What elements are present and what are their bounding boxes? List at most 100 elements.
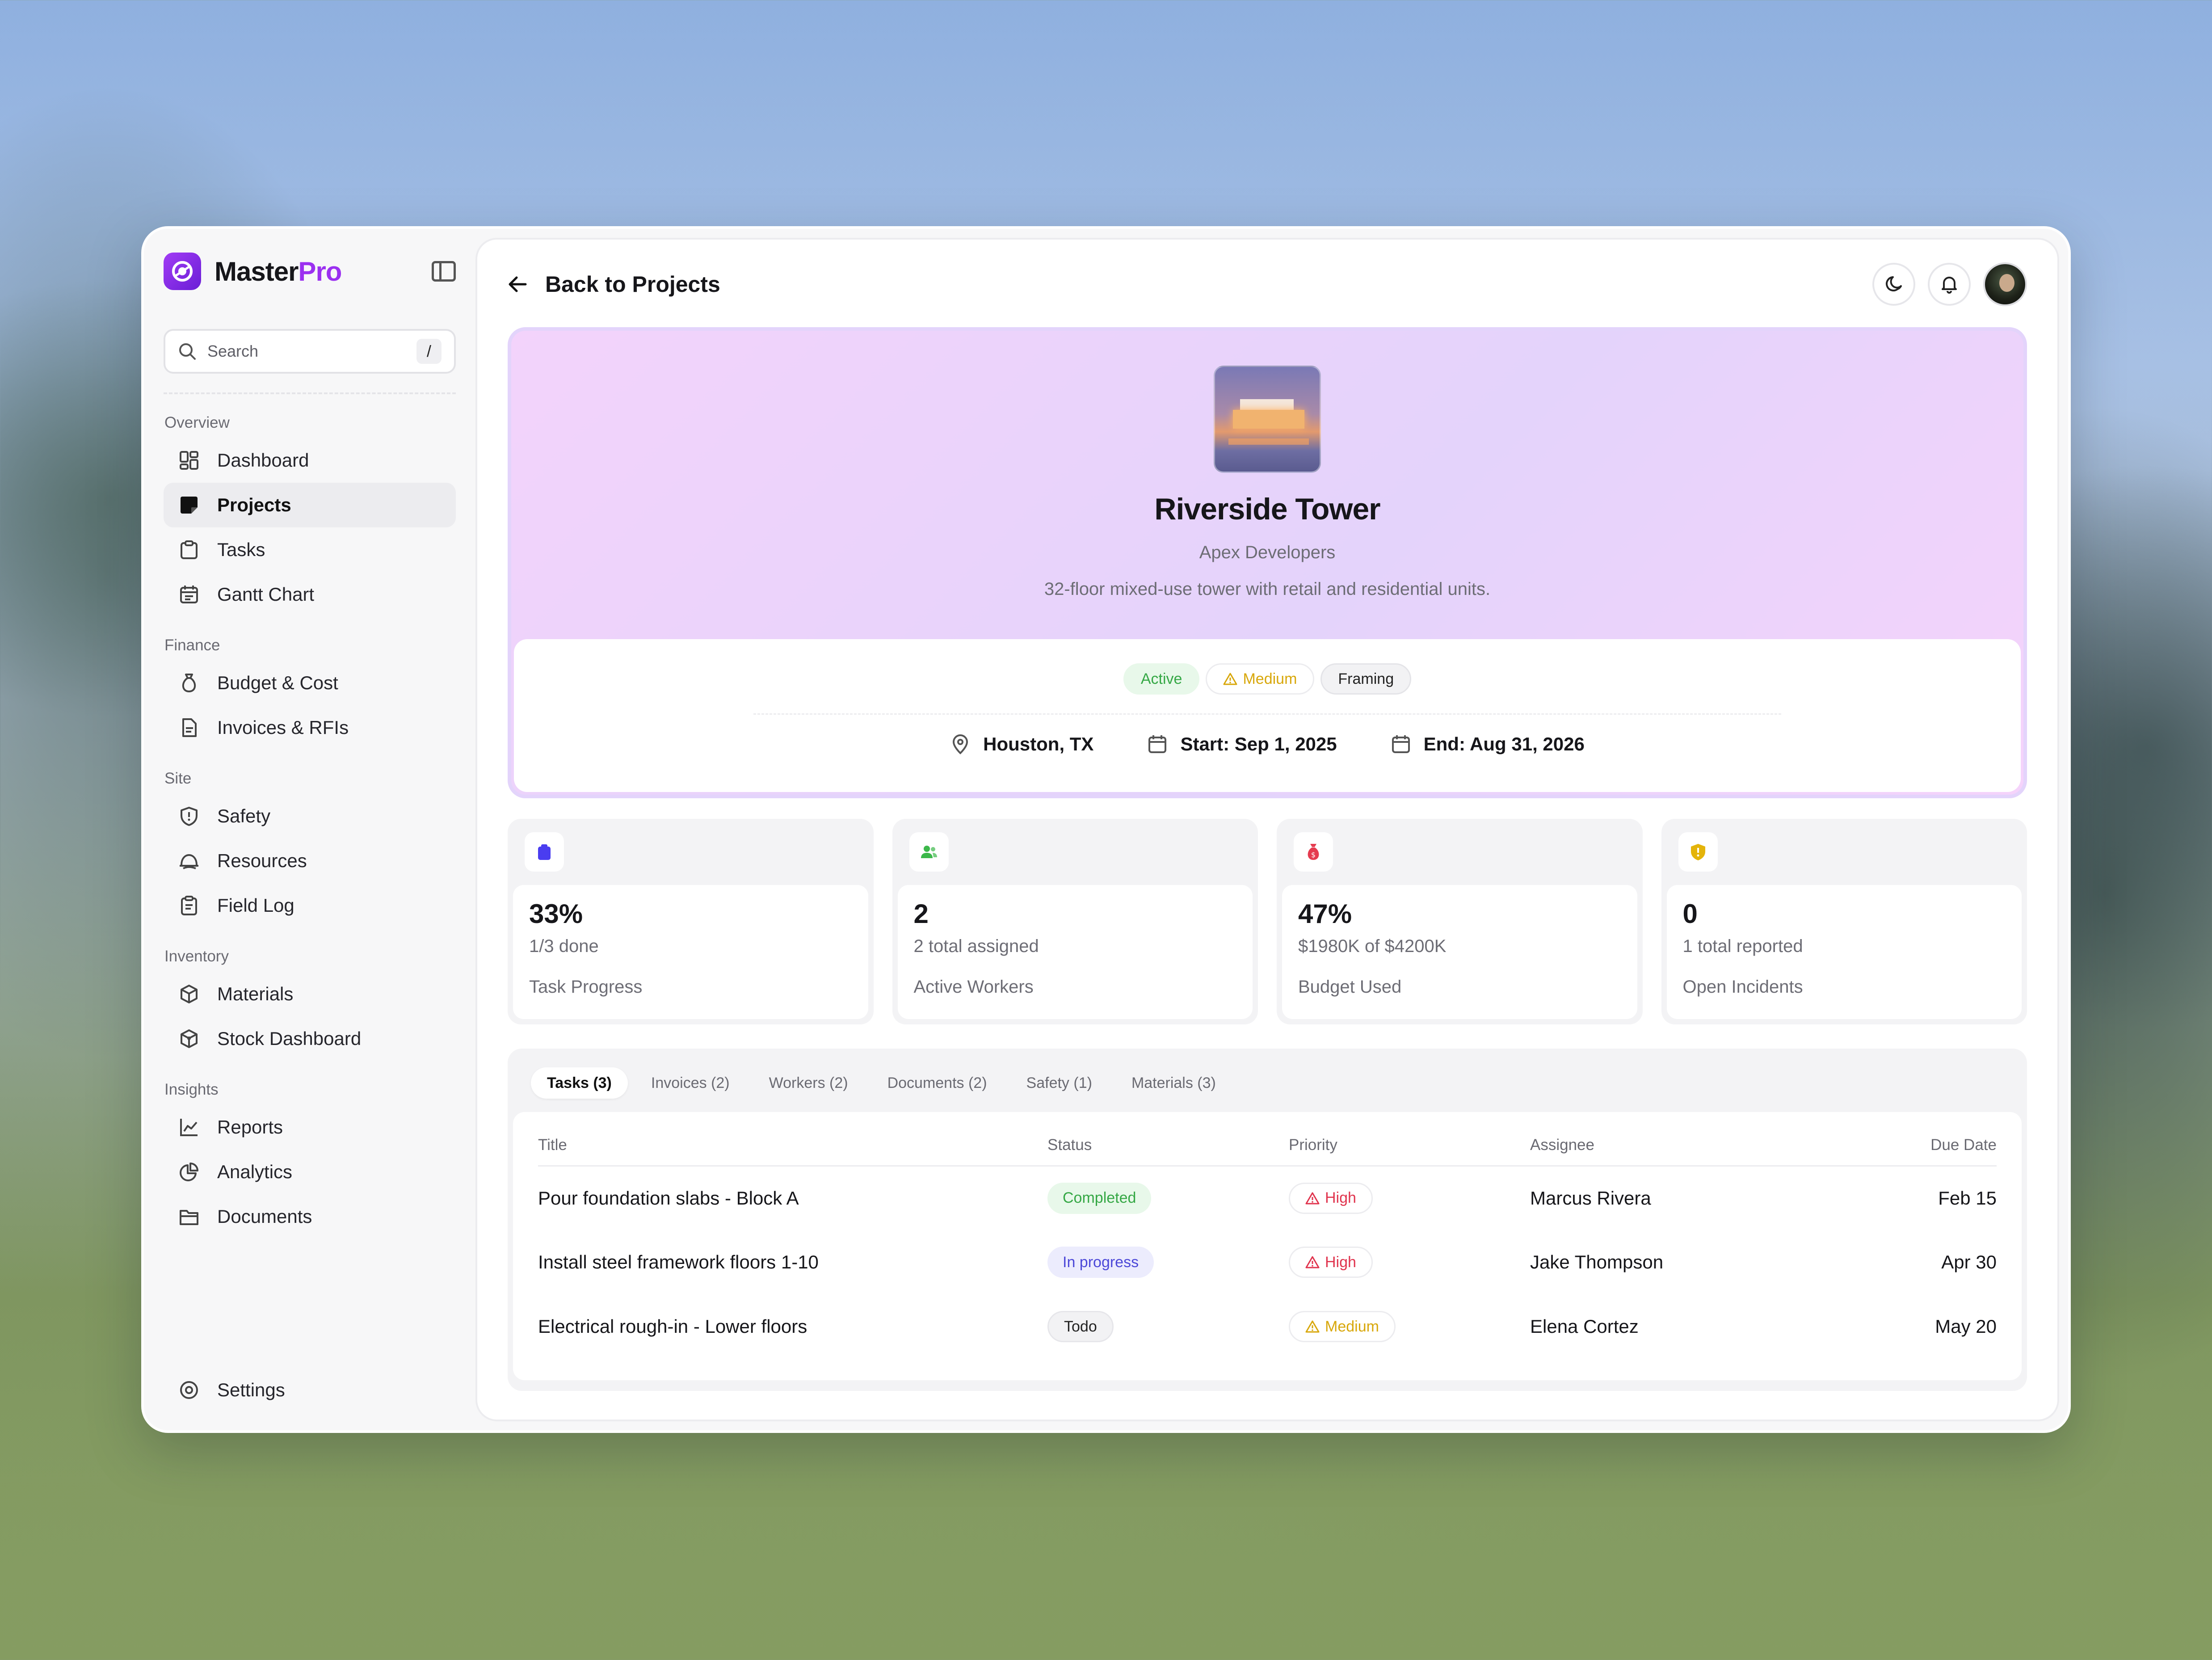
task-status-cell: Completed [1047, 1166, 1289, 1230]
stat-body: 33% 1/3 done Task Progress [513, 885, 868, 1019]
sidebar-item-reports[interactable]: Reports [164, 1105, 456, 1150]
sidebar-divider [164, 392, 456, 394]
topbar: Back to Projects [508, 262, 2027, 307]
status-badge: In progress [1047, 1247, 1154, 1278]
priority-badge: Medium [1289, 1311, 1396, 1342]
table-row[interactable]: Pour foundation slabs - Block A Complete… [538, 1166, 1997, 1230]
project-start-date: Start: Sep 1, 2025 [1147, 733, 1337, 755]
sidebar-item-dashboard[interactable]: Dashboard [164, 438, 456, 483]
project-client: Apex Developers [1199, 543, 1336, 562]
sidebar-item-label: Gantt Chart [217, 584, 315, 605]
sidebar-item-gantt-chart[interactable]: Gantt Chart [164, 572, 456, 617]
column-header-assignee[interactable]: Assignee [1530, 1125, 1842, 1167]
search-icon [179, 343, 196, 360]
search-input[interactable]: Search / [164, 329, 456, 374]
task-title: Pour foundation slabs - Block A [538, 1187, 799, 1209]
section-label-inventory: Inventory [164, 948, 229, 965]
task-due-date: Apr 30 [1941, 1251, 1997, 1272]
stat-value: 33% [529, 899, 583, 929]
stat-value: 2 [913, 899, 929, 929]
tab-documents[interactable]: Documents (2) [871, 1067, 1003, 1099]
notifications-button[interactable] [1928, 263, 1971, 306]
priority-label: Medium [1325, 1318, 1379, 1335]
column-header-priority[interactable]: Priority [1289, 1125, 1530, 1167]
tab-tasks[interactable]: Tasks (3) [531, 1067, 628, 1099]
tab-safety[interactable]: Safety (1) [1010, 1067, 1108, 1099]
warning-icon [1305, 1320, 1325, 1333]
priority-badge-label: Medium [1243, 670, 1297, 687]
task-assignee: Marcus Rivera [1530, 1187, 1651, 1209]
section-label-overview: Overview [164, 414, 230, 431]
tab-workers[interactable]: Workers (2) [753, 1067, 864, 1099]
sidebar-item-label: Reports [217, 1116, 283, 1138]
users-icon [909, 832, 949, 872]
tasks-table: Title Status Priority Assignee Due Date Pour… [538, 1125, 1997, 1359]
task-due-date: May 20 [1935, 1316, 1997, 1337]
stat-card-open-incidents: 0 1 total reported Open Incidents [1661, 819, 2027, 1024]
top-actions [1872, 262, 2027, 306]
sidebar-item-tasks[interactable]: Tasks [164, 527, 456, 572]
sidebar-item-field-log[interactable]: Field Log [164, 883, 456, 928]
sidebar-item-documents[interactable]: Documents [164, 1194, 456, 1239]
column-header-status[interactable]: Status [1047, 1125, 1289, 1167]
sidebar-nav: Overview Dashboard Projects Tasks Gantt Char… [164, 414, 456, 1239]
theme-toggle-button[interactable] [1872, 263, 1915, 306]
sidebar-item-stock-dashboard[interactable]: Stock Dashboard [164, 1016, 456, 1061]
priority-label: High [1325, 1253, 1356, 1271]
tab-materials[interactable]: Materials (3) [1115, 1067, 1232, 1099]
sidebar-item-resources[interactable]: Resources [164, 838, 456, 883]
calendar-icon [178, 583, 200, 606]
sidebar-item-label: Documents [217, 1206, 312, 1227]
map-pin-icon [950, 733, 971, 755]
stat-label: Active Workers [913, 977, 1034, 997]
task-title: Electrical rough-in - Lower floors [538, 1316, 807, 1337]
task-priority-cell: Medium [1289, 1294, 1530, 1359]
stat-card-task-progress: 33% 1/3 done Task Progress [508, 819, 874, 1024]
stat-body: 0 1 total reported Open Incidents [1666, 885, 2022, 1019]
sidebar-item-label: Projects [217, 494, 291, 515]
priority-badge: Medium [1206, 663, 1315, 695]
sidebar-item-budget-cost[interactable]: Budget & Cost [164, 661, 456, 705]
sidebar-item-label: Dashboard [217, 450, 309, 471]
sidebar-item-safety[interactable]: Safety [164, 794, 456, 838]
stat-body: 2 2 total assigned Active Workers [897, 885, 1253, 1019]
status-badge: Completed [1047, 1182, 1152, 1214]
calendar-icon [1391, 734, 1411, 754]
sidebar-item-label: Resources [217, 850, 307, 871]
stat-label: Task Progress [529, 977, 643, 997]
project-badges: Active Medium Framing [514, 663, 2021, 695]
stat-card-active-workers: 2 2 total assigned Active Workers [892, 819, 1258, 1024]
column-header-title[interactable]: Title [538, 1125, 1047, 1167]
user-avatar[interactable] [1983, 262, 2027, 306]
clipboard-icon [525, 832, 564, 872]
table-row[interactable]: Electrical rough-in - Lower floors Todo … [538, 1294, 1997, 1359]
column-header-due-date[interactable]: Due Date [1842, 1125, 1997, 1167]
brand-logo-icon [164, 253, 201, 290]
stat-subtext: 1/3 done [529, 936, 599, 956]
sidebar-toggle-icon[interactable] [432, 261, 456, 282]
table-row[interactable]: Install steel framework floors 1-10 In p… [538, 1230, 1997, 1294]
warning-icon [1305, 1192, 1325, 1205]
tasks-table-card: Title Status Priority Assignee Due Date Pour… [513, 1112, 2022, 1380]
status-badge: Active [1123, 663, 1200, 695]
arrow-left-icon [508, 275, 527, 293]
svg-text:$: $ [1311, 851, 1316, 859]
sidebar-item-projects[interactable]: Projects [164, 483, 456, 527]
back-to-projects-link[interactable]: Back to Projects [508, 271, 720, 297]
back-label: Back to Projects [545, 272, 720, 297]
sidebar-item-analytics[interactable]: Analytics [164, 1150, 456, 1194]
shield-icon [178, 805, 200, 827]
app-window: MasterPro Search / Overview Dashboard Proj… [141, 226, 2071, 1433]
settings-label: Settings [217, 1379, 285, 1400]
tab-invoices[interactable]: Invoices (2) [635, 1067, 746, 1099]
project-tabs-panel: Tasks (3) Invoices (2) Workers (2) Document… [508, 1049, 2027, 1391]
moon-icon [1886, 276, 1902, 291]
settings-link[interactable]: Settings [164, 1368, 456, 1412]
sidebar-item-invoices-rfis[interactable]: Invoices & RFIs [164, 705, 456, 750]
dashboard-icon [178, 449, 200, 472]
sidebar-item-materials[interactable]: Materials [164, 972, 456, 1016]
sidebar-item-label: Tasks [217, 539, 265, 560]
task-assignee: Elena Cortez [1530, 1316, 1639, 1337]
section-label-finance: Finance [164, 636, 220, 654]
search-placeholder: Search [207, 342, 259, 360]
